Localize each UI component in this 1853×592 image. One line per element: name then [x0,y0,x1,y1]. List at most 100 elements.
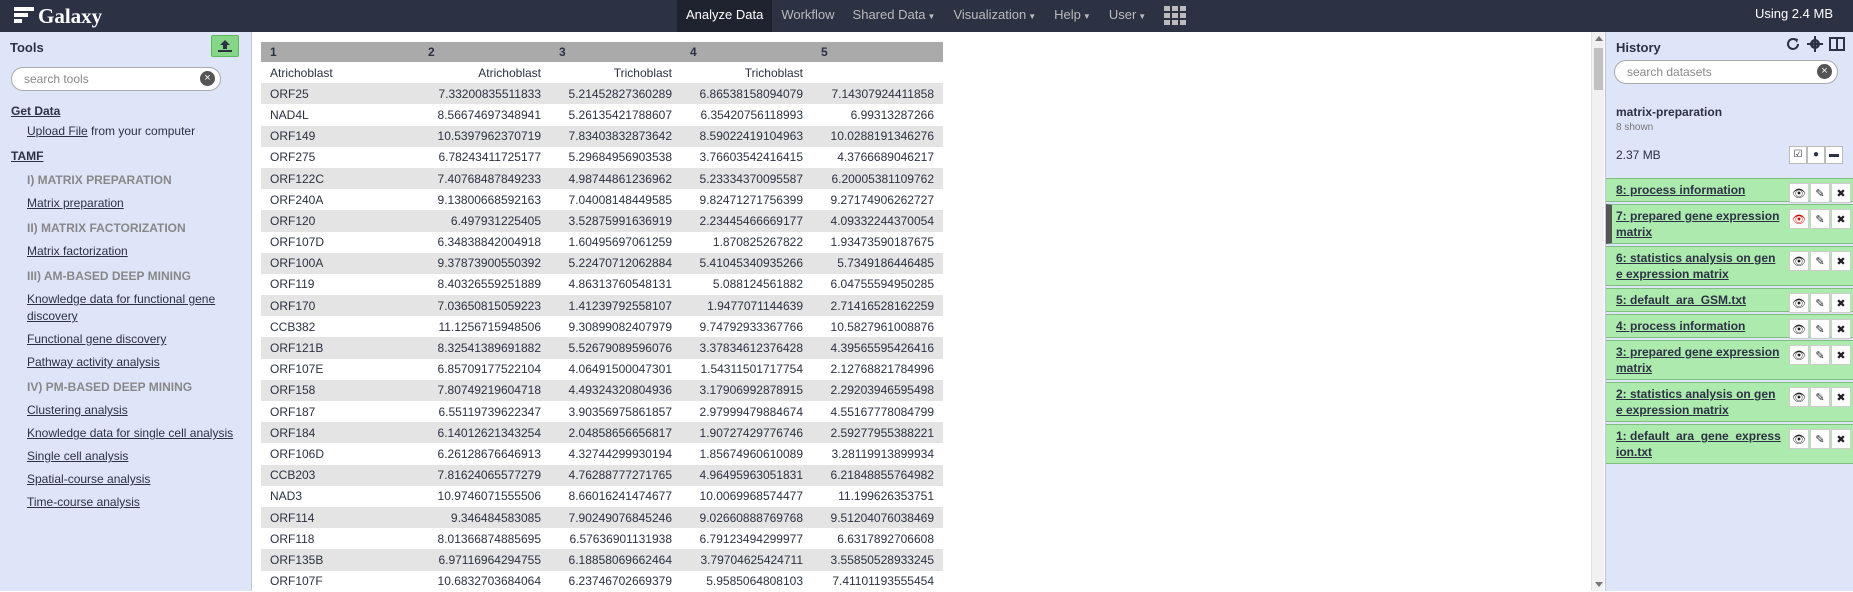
delete-icon[interactable]: ✖ [1831,319,1851,339]
tool-link[interactable]: Single cell analysis [0,448,252,465]
table-cell: 5.21452827360289 [550,83,681,105]
table-cell: 1.93473590187675 [830,235,934,250]
section-get-data[interactable]: Get Data [0,103,252,119]
dataset-item[interactable]: 1: default_ara_gene_expression.txt 👁 ✎ ✖ [1606,424,1853,464]
eye-icon[interactable]: 👁 [1789,387,1809,407]
tool-link[interactable]: Matrix factorization [0,243,252,260]
table-cell: 9.82471271756399 [699,192,803,207]
center-scrollbar[interactable] [1591,32,1604,591]
delete-icon[interactable]: ✖ [1831,387,1851,407]
table-cell: 4.3766689046217 [837,150,934,165]
table-cell: Atrichoblast [478,65,541,80]
clear-search-icon[interactable]: × [200,71,215,86]
eye-icon[interactable]: 👁 [1789,429,1809,449]
brand-name: Galaxy [38,3,103,28]
pencil-icon[interactable]: ✎ [1810,319,1830,339]
upload-button[interactable] [211,35,239,57]
table-cell: 6.6317892706608 [837,531,934,546]
delete-icon[interactable]: ✖ [1831,293,1851,313]
dataset-item[interactable]: 5: default_ara_GSM.txt 👁 ✎ ✖ [1606,288,1853,313]
annotation-icon[interactable]: ▬ [1825,146,1843,164]
eye-icon[interactable]: 👁 [1789,183,1809,203]
tool-search-input[interactable]: search tools × [11,67,221,91]
pencil-icon[interactable]: ✎ [1810,387,1830,407]
table-cell: 3.79704625424711 [681,549,812,571]
table-cell: ORF114 [261,506,419,529]
delete-icon[interactable]: ✖ [1831,209,1851,229]
pencil-icon[interactable]: ✎ [1810,429,1830,449]
dataset-item[interactable]: 2: statistics analysis on gene expressio… [1606,382,1853,422]
table-cell: 6.23746702669379 [568,574,672,589]
gear-icon[interactable] [1807,36,1823,52]
table-row: ORF25 7.33200835511833 5.21452827360289 6.8… [261,83,943,105]
table-cell: 10.9746071555506 [437,489,541,504]
delete-icon[interactable]: ✖ [1831,345,1851,365]
table-cell: NAD3 [270,489,303,504]
table-cell: 5.23334370095587 [681,167,812,190]
tool-upload-file[interactable]: Upload File from your computer [0,123,252,140]
table-row: Atrichoblast Atrichoblast Trichoblast Trich… [261,62,943,83]
section-tamf[interactable]: TAMF [0,148,252,164]
tool-link[interactable]: Matrix preparation [0,195,252,212]
dataset-item[interactable]: 4: process information 👁 ✎ ✖ [1606,314,1853,339]
pencil-icon[interactable]: ✎ [1810,345,1830,365]
table-cell: 10.0069968574477 [699,489,803,504]
tool-link[interactable]: Clustering analysis [0,402,252,419]
tool-link[interactable]: Knowledge data for single cell analysis [0,425,252,442]
delete-icon[interactable]: ✖ [1831,429,1851,449]
history-size: 2.37 MB [1616,148,1661,162]
tool-link[interactable]: Spatial-course analysis [0,471,252,488]
pencil-icon[interactable]: ✎ [1810,251,1830,271]
nav-visualization[interactable]: Visualization ▼ [944,0,1045,32]
nav-analyze-data[interactable]: Analyze Data [677,0,773,32]
dataset-item[interactable]: 7: prepared gene expression matrix 👁 ✎ ✖ [1606,204,1853,244]
clear-search-icon[interactable]: × [1817,64,1832,79]
columns-icon[interactable] [1829,36,1845,52]
brand[interactable]: Galaxy [12,3,102,29]
dataset-item[interactable]: 8: process information 👁 ✎ ✖ [1606,178,1853,203]
column-header: 2 [419,42,550,62]
pencil-icon[interactable]: ✎ [1810,183,1830,203]
scrollbar-thumb[interactable] [1594,48,1603,90]
table-cell: 8.66016241474677 [568,489,672,504]
nav-workflow[interactable]: Workflow [772,0,843,32]
tags-icon[interactable]: ● [1807,146,1825,164]
tool-link[interactable]: Time-course analysis [0,494,252,511]
tool-link[interactable]: Knowledge data for functional gene disco… [0,291,252,325]
tool-link[interactable]: Pathway activity analysis [0,354,252,371]
refresh-icon[interactable] [1785,36,1801,52]
pencil-icon[interactable]: ✎ [1810,209,1830,229]
nav-user[interactable]: User ▼ [1100,0,1155,32]
column-header: 5 [812,42,943,62]
nav-shared-data[interactable]: Shared Data ▼ [844,0,945,32]
scroll-up-icon[interactable] [1595,36,1603,41]
table-cell: 6.18858069662464 [550,549,681,571]
table-row: ORF100A 9.37873900550392 5.22470712062884 5… [261,252,943,274]
table-row: NAD4L 8.56674697348941 5.26135421788607 6.3… [261,104,943,125]
table-cell: Trichoblast [744,65,803,80]
pencil-icon[interactable]: ✎ [1810,293,1830,313]
eye-icon[interactable]: 👁 [1789,293,1809,313]
table-cell: 4.32744299930194 [568,446,672,461]
dataset-item[interactable]: 3: prepared gene expression matrix 👁 ✎ ✖ [1606,340,1853,380]
eye-icon[interactable]: 👁 [1789,209,1809,229]
eye-icon[interactable]: 👁 [1789,251,1809,271]
tool-link[interactable]: Functional gene discovery [0,331,252,348]
table-cell: 1.60495697061259 [568,235,672,250]
history-name[interactable]: matrix-preparation [1616,105,1722,119]
history-search-input[interactable]: search datasets × [1614,60,1838,84]
delete-icon[interactable]: ✖ [1831,183,1851,203]
scroll-down-icon[interactable] [1595,582,1603,587]
eye-icon[interactable]: 👁 [1789,345,1809,365]
nav-apps[interactable] [1155,0,1195,32]
table-cell: 9.02660888769768 [681,506,812,529]
nav-help[interactable]: Help ▼ [1045,0,1100,32]
table-cell: 11.199626353751 [838,489,934,504]
select-all-icon[interactable]: ☑ [1789,146,1807,164]
delete-icon[interactable]: ✖ [1831,251,1851,271]
table-cell: 6.497931225405 [419,210,550,232]
quota-meter[interactable]: Using 2.4 MB [1755,0,1833,28]
eye-icon[interactable]: 👁 [1789,319,1809,339]
table-cell: 6.20005381109762 [812,167,943,190]
dataset-item[interactable]: 6: statistics analysis on gene expressio… [1606,246,1853,286]
